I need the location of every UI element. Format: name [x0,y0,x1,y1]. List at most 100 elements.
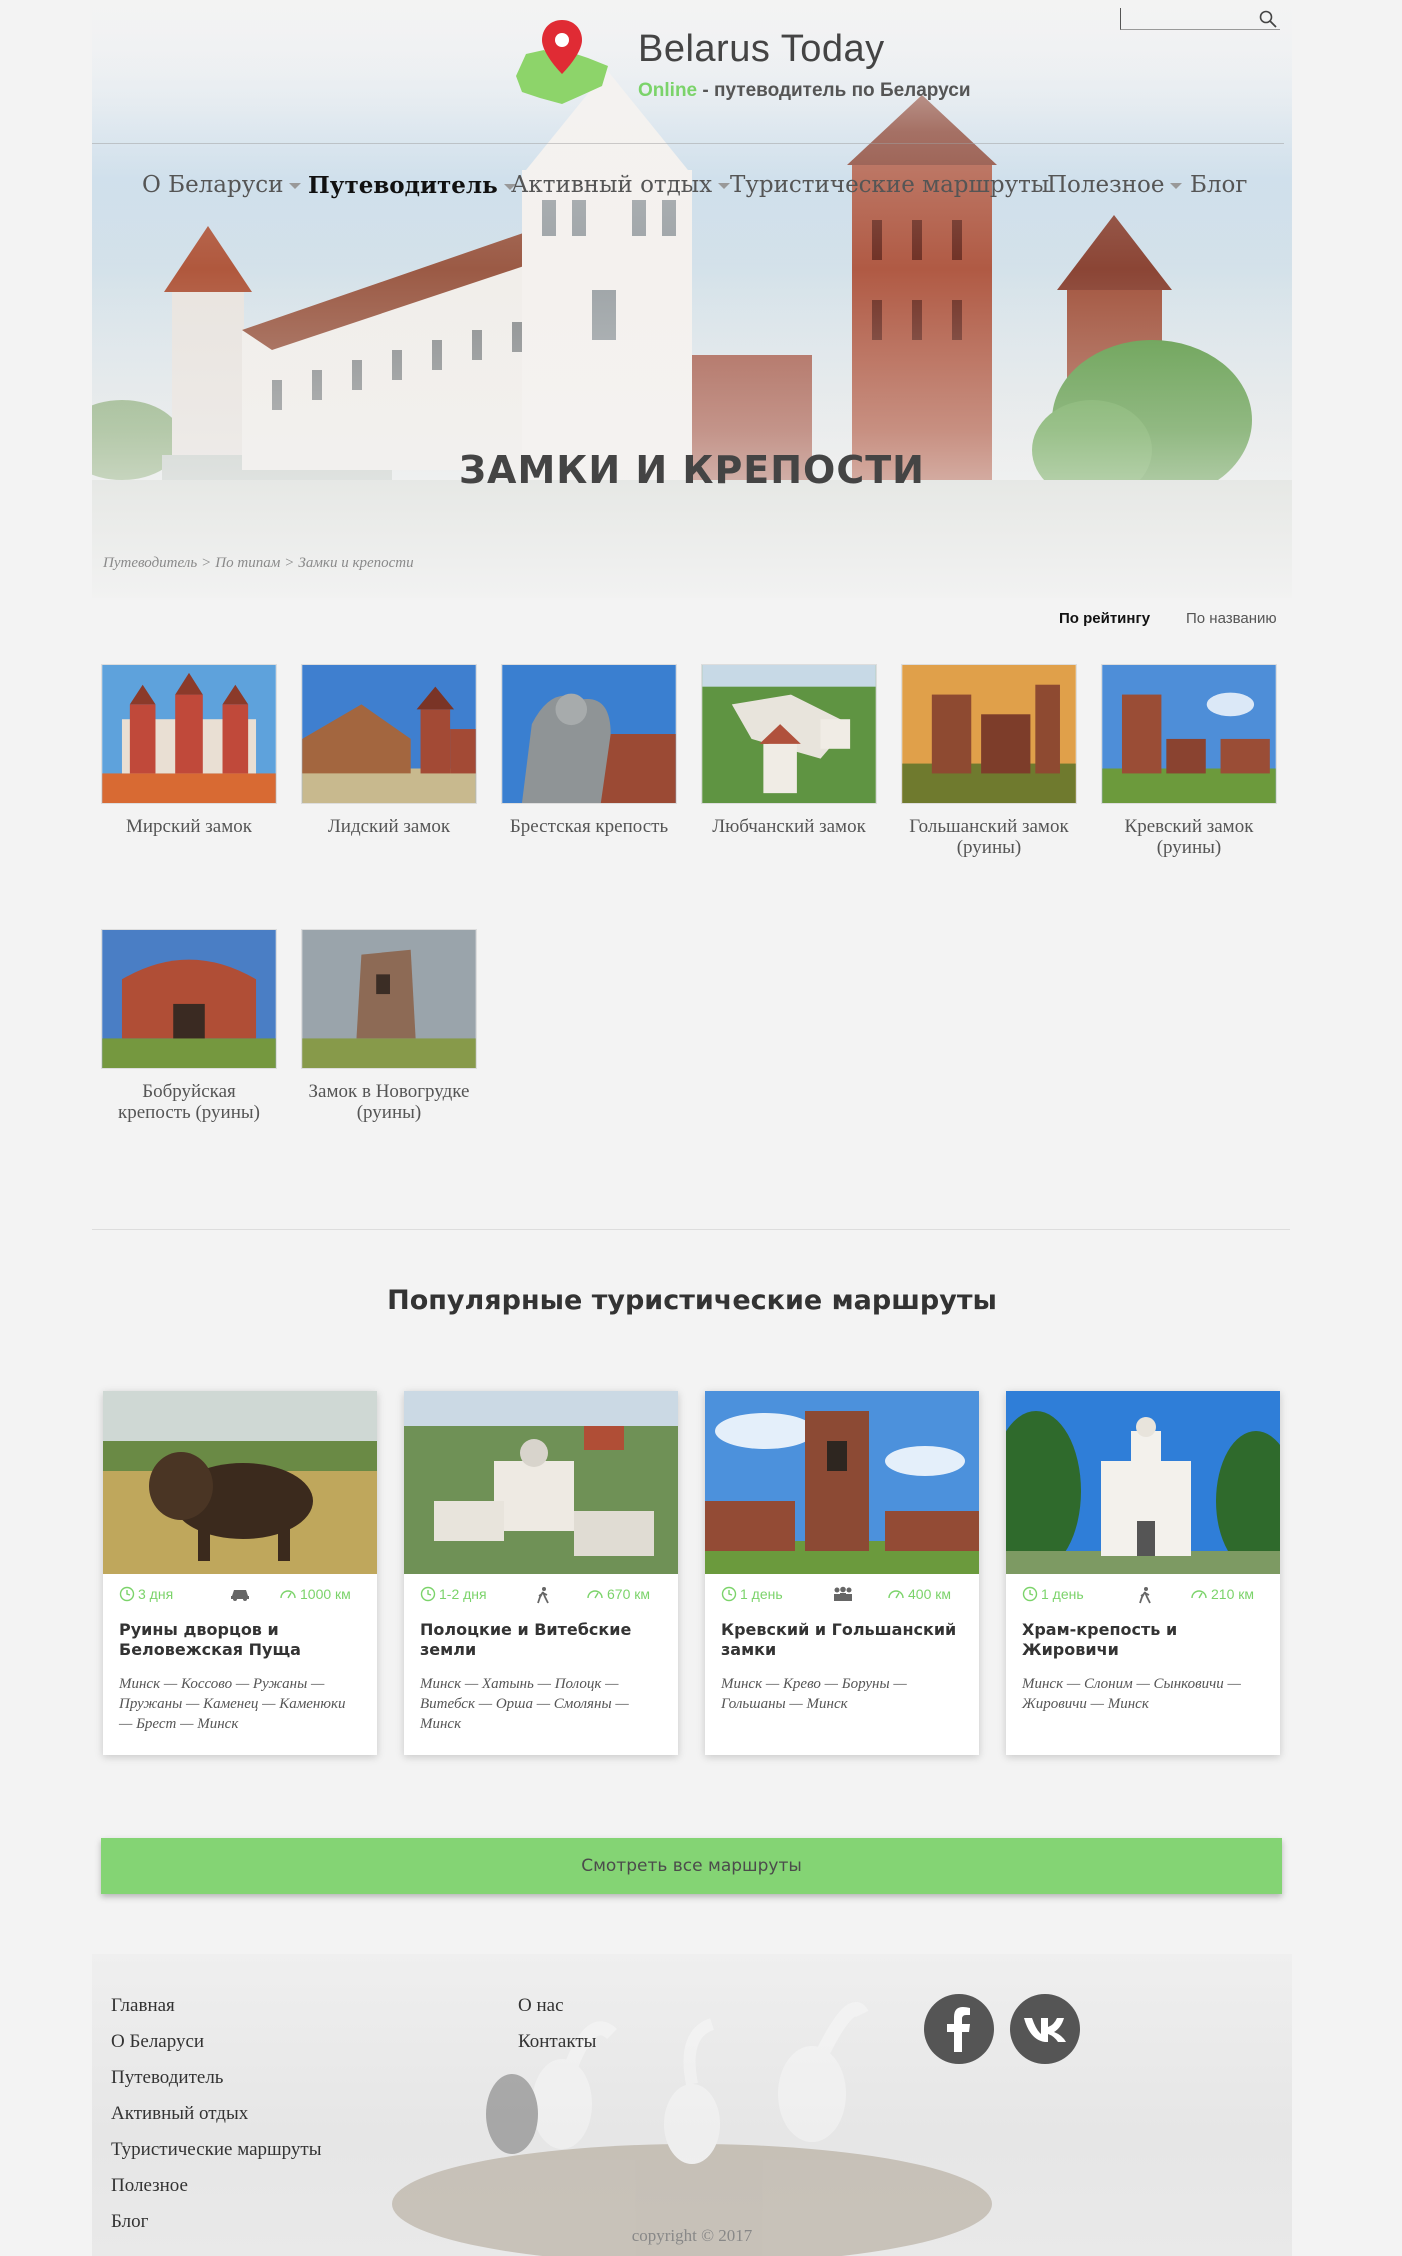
walking-icon [534,1586,555,1604]
page: Belarus Today Online - путеводитель по Б… [0,0,1402,2256]
walking-icon [1136,1586,1157,1604]
place-photo [101,929,277,1069]
nav-item-guide[interactable]: Путеводитель [308,172,516,199]
nav-label: Туристические маршруты [730,172,1050,198]
clock-icon [721,1586,737,1602]
route-path: Минск — Коссово — Ружаны — Пружаны — Кам… [119,1676,346,1732]
route-duration: 1 день [1022,1586,1084,1602]
nav-label: Активный отдых [511,172,713,198]
route-title: Руины дворцов и Беловежская Пуща [119,1620,301,1659]
site-logo[interactable]: Belarus Today Online - путеводитель по Б… [510,16,1030,116]
footer-link-contacts[interactable]: Контакты [518,2024,596,2060]
place-card-brest[interactable]: Брестская крепость [501,664,677,837]
place-name: Брестская крепость [509,816,669,837]
place-card-bobruisk[interactable]: Бобруйская крепость (руины) [101,929,277,1123]
speedometer-icon [888,1590,904,1599]
nav-label: Блог [1190,172,1248,198]
route-path: Минск — Хатынь — Полоцк — Витебск — Орша… [420,1676,629,1732]
page-title: ЗАМКИ И КРЕПОСТИ [459,448,925,492]
breadcrumb: Путеводитель > По типам > Замки и крепости [103,555,418,572]
route-card[interactable]: 3 дня 1000 км Руины дворцов и Беловежска… [103,1391,377,1755]
footer-link-guide[interactable]: Путеводитель [111,2060,321,2096]
route-distance: 210 км [1190,1586,1254,1602]
nav-label: Полезное [1047,172,1165,198]
place-photo [101,664,277,804]
nav-item-about-belarus[interactable]: О Беларуси [142,172,302,198]
clock-icon [119,1586,135,1602]
route-duration: 1 день [721,1586,783,1602]
footer-link-home[interactable]: Главная [111,1988,321,2024]
route-card[interactable]: 1 день 210 км Храм-крепость и Жировичи М… [1006,1391,1280,1755]
main-nav: О Беларуси Путеводитель Активный отдых Т… [92,172,1292,206]
route-title: Храм-крепость и Жировичи [1022,1620,1178,1659]
view-all-routes-button[interactable]: Смотреть все маршруты [101,1838,1282,1894]
breadcrumb-separator: > [284,555,295,571]
route-card[interactable]: 1-2 дня 670 км Полоцкие и Витебские земл… [404,1391,678,1755]
route-path: Минск — Слоним — Сынковичи — Жировичи — … [1022,1676,1241,1712]
nav-item-blog[interactable]: Блог [1190,172,1247,198]
search-icon[interactable] [1258,9,1278,29]
copyright: copyright © 2017 [631,2226,753,2245]
chevron-down-icon [1170,183,1183,189]
breadcrumb-link-guide[interactable]: Путеводитель [103,555,197,571]
place-photo [301,664,477,804]
tagline-online: Online [638,80,698,101]
vk-icon[interactable] [1010,1994,1080,2064]
footer-link-useful[interactable]: Полезное [111,2168,321,2204]
place-card-novogrudok[interactable]: Замок в Новогрудке (руины) [301,929,477,1123]
facebook-icon[interactable] [924,1994,994,2064]
site-tagline: Online - путеводитель по Беларуси [638,80,971,102]
place-name: Любчанский замок [712,816,866,837]
route-meta: 1-2 дня 670 км [404,1574,678,1614]
place-photo [901,664,1077,804]
speedometer-icon [280,1590,296,1599]
place-name: Гольшанский замок (руины) [909,816,1069,858]
place-card-lida[interactable]: Лидский замок [301,664,477,837]
breadcrumb-link-by-type[interactable]: По типам [215,555,280,571]
car-icon [229,1586,254,1602]
route-card[interactable]: 1 день 400 км Кревский и Гольшанский зам… [705,1391,979,1755]
route-photo [1006,1391,1280,1574]
place-name: Замок в Новогрудке (руины) [308,1081,470,1123]
place-name: Кревский замок (руины) [1124,816,1254,858]
place-card-mir[interactable]: Мирский замок [101,664,277,837]
footer-link-tourist-routes[interactable]: Туристические маршруты [111,2132,321,2168]
route-title: Кревский и Гольшанский замки [721,1620,957,1659]
header-divider [92,143,1284,144]
nav-label: Путеводитель [308,172,498,199]
route-distance: 1000 км [279,1586,351,1602]
place-name: Лидский замок [327,816,451,837]
footer-nav-info: О нас Контакты [518,1988,596,2060]
breadcrumb-separator: > [201,555,212,571]
route-distance: 670 км [586,1586,650,1602]
route-meta: 1 день 210 км [1006,1574,1280,1614]
route-photo [404,1391,678,1574]
speedometer-icon [1191,1590,1207,1599]
footer-link-about-belarus[interactable]: О Беларуси [111,2024,321,2060]
chevron-down-icon [289,183,302,189]
sort-by-name[interactable]: По названию [1186,610,1277,627]
place-name: Мирский замок [125,816,252,837]
route-meta: 3 дня 1000 км [103,1574,377,1614]
place-card-golshany[interactable]: Гольшанский замок (руины) [901,664,1077,858]
tagline-text: - путеводитель по Беларуси [697,80,971,101]
place-card-lyubcha[interactable]: Любчанский замок [701,664,877,837]
nav-item-tourist-routes[interactable]: Туристические маршруты [730,172,1049,198]
section-divider [92,1229,1290,1230]
sort-by-rating[interactable]: По рейтингу [1059,610,1150,627]
footer-nav-main: Главная О Беларуси Путеводитель Активный… [111,1988,321,2240]
footer: Главная О Беларуси Путеводитель Активный… [92,1954,1292,2256]
nav-item-useful[interactable]: Полезное [1047,172,1183,198]
nav-item-active-rest[interactable]: Активный отдых [511,172,731,198]
search-input[interactable] [1121,9,1251,30]
speedometer-icon [587,1590,603,1599]
clock-icon [420,1586,436,1602]
route-photo [103,1391,377,1574]
nav-label: О Беларуси [142,172,284,198]
place-photo [301,929,477,1069]
footer-link-about-us[interactable]: О нас [518,1988,596,2024]
place-card-krevo[interactable]: Кревский замок (руины) [1101,664,1277,858]
place-photo [501,664,677,804]
chevron-down-icon [718,183,731,189]
footer-link-active-rest[interactable]: Активный отдых [111,2096,321,2132]
